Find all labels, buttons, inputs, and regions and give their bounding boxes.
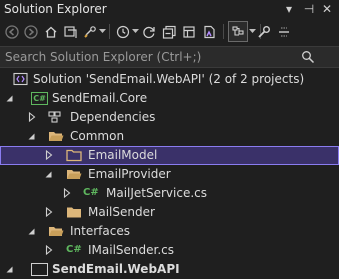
collapsed-arrow-icon[interactable] xyxy=(62,187,72,199)
tree-item-label: SendEmail.WebAPI xyxy=(52,262,180,276)
tree-item-label: EmailProvider xyxy=(88,167,171,181)
csharp-project-icon: C# xyxy=(31,92,48,105)
folder-icon xyxy=(66,148,82,162)
dependencies-icon xyxy=(47,110,63,124)
folder-open-icon xyxy=(48,129,64,143)
search-input[interactable]: Search Solution Explorer (Ctrl+;) xyxy=(5,50,201,64)
tree-item-solution[interactable]: Solution 'SendEmail.WebAPI' (2 of 2 proj… xyxy=(0,70,339,89)
history-icon[interactable] xyxy=(114,22,132,41)
tree-item-label: SendEmail.Core xyxy=(52,91,148,105)
folder-open-icon xyxy=(66,167,82,181)
tree-item-folder-emailprovider[interactable]: EmailProvider xyxy=(0,165,339,184)
toolbar-separator xyxy=(109,24,110,39)
pending-changes-dropdown-icon[interactable] xyxy=(98,22,106,41)
tree-item-dependencies[interactable]: Dependencies xyxy=(0,108,339,127)
folder-open-icon xyxy=(48,224,64,238)
tree-item-file-imailsender[interactable]: C# IMailSender.cs xyxy=(0,241,339,260)
toolbar-separator xyxy=(223,24,224,39)
tree-item-file-mailjetservice[interactable]: C# MailJetService.cs xyxy=(0,184,339,203)
expanded-arrow-icon[interactable] xyxy=(44,168,54,180)
home-icon[interactable] xyxy=(42,22,60,41)
tree-item-label: MailSender xyxy=(88,205,155,219)
forward-icon[interactable] xyxy=(22,22,40,41)
folder-icon xyxy=(66,205,82,219)
tree-item-label: IMailSender.cs xyxy=(88,243,175,257)
switch-views-icon[interactable] xyxy=(61,22,79,41)
search-box[interactable]: Search Solution Explorer (Ctrl+;) xyxy=(0,46,339,68)
expanded-arrow-icon[interactable] xyxy=(27,225,37,237)
tree-item-label: MailJetService.cs xyxy=(106,186,208,200)
expanded-arrow-icon[interactable] xyxy=(5,92,15,104)
properties-icon[interactable] xyxy=(228,21,248,42)
collapsed-arrow-icon[interactable] xyxy=(27,111,37,123)
collapsed-arrow-icon[interactable] xyxy=(44,244,54,256)
toolbar xyxy=(0,19,339,44)
close-icon[interactable]: ✕ xyxy=(320,1,334,17)
history-dropdown-icon[interactable] xyxy=(131,22,139,41)
back-icon[interactable] xyxy=(3,22,21,41)
tree-item-project-webapi[interactable]: SendEmail.WebAPI xyxy=(0,260,339,279)
tree-item-folder-interfaces[interactable]: Interfaces xyxy=(0,222,339,241)
tree-item-label: Common xyxy=(70,129,125,143)
web-project-icon xyxy=(31,263,48,276)
window-title: Solution Explorer xyxy=(4,2,107,16)
csharp-file-icon: C# xyxy=(83,187,99,198)
tree-item-label: Solution 'SendEmail.WebAPI' (2 of 2 proj… xyxy=(33,72,305,86)
search-icon[interactable] xyxy=(301,50,315,67)
tree-item-folder-mailsender[interactable]: MailSender xyxy=(0,203,339,222)
collapsed-arrow-icon[interactable] xyxy=(44,149,54,161)
show-all-files-icon[interactable] xyxy=(180,22,198,41)
pin-icon[interactable]: ⊣ xyxy=(302,1,316,17)
sync-icon[interactable] xyxy=(140,22,158,41)
tree-item-label: Interfaces xyxy=(70,224,130,238)
collapsed-arrow-icon[interactable] xyxy=(44,206,54,218)
collapse-all-icon[interactable] xyxy=(160,22,178,41)
tree-item-label: EmailModel xyxy=(88,148,158,162)
tree-item-folder-common[interactable]: Common xyxy=(0,127,339,146)
expanded-arrow-icon[interactable] xyxy=(5,263,15,275)
solution-icon xyxy=(13,72,29,86)
tree-item-project-core[interactable]: C# SendEmail.Core xyxy=(0,89,339,108)
pending-changes-icon[interactable] xyxy=(81,22,99,41)
expanded-arrow-icon[interactable] xyxy=(27,130,37,142)
tree-item-folder-emailmodel[interactable]: EmailModel xyxy=(0,146,339,165)
wrench-icon[interactable] xyxy=(255,22,273,41)
minus-icon[interactable] xyxy=(275,22,293,41)
preview-icon[interactable] xyxy=(200,22,218,41)
dropdown-icon[interactable]: ▾ xyxy=(282,1,296,17)
title-bar: Solution Explorer ▾ ⊣ ✕ xyxy=(0,0,339,19)
csharp-file-icon: C# xyxy=(66,244,82,255)
tree-item-label: Dependencies xyxy=(70,110,156,124)
